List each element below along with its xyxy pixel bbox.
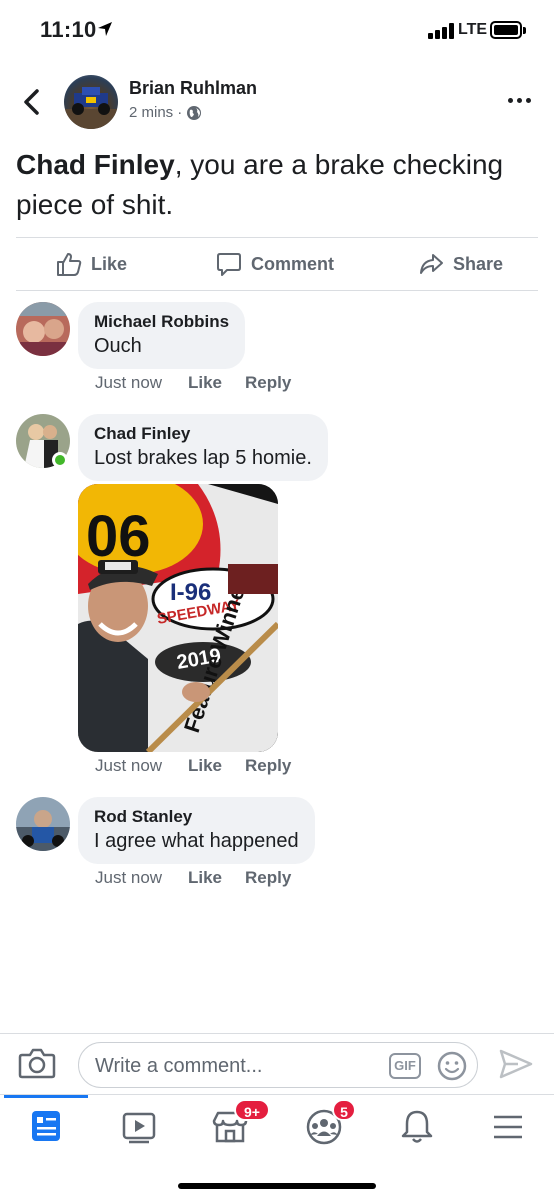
actions-divider-bottom: [16, 290, 538, 291]
active-tab-indicator: [4, 1095, 88, 1098]
watch-icon[interactable]: [117, 1107, 161, 1147]
post-time: 2 mins: [129, 104, 174, 121]
battery-tip: [523, 27, 526, 34]
meta-separator: ·: [177, 104, 183, 121]
camera-icon[interactable]: [18, 1046, 56, 1080]
actions-divider-top: [16, 237, 538, 238]
comment-like-button[interactable]: Like: [188, 373, 222, 393]
location-arrow-icon: [98, 22, 112, 36]
home-indicator[interactable]: [178, 1183, 376, 1189]
comment-time: Just now: [95, 868, 163, 887]
comment-like-button[interactable]: Like: [188, 868, 222, 888]
commenter-name[interactable]: Chad Finley: [94, 423, 312, 445]
more-options-icon[interactable]: [508, 90, 538, 110]
send-icon[interactable]: [498, 1047, 534, 1081]
comment-button[interactable]: Comment: [215, 250, 334, 278]
share-button[interactable]: Share: [417, 250, 503, 278]
back-arrow-icon[interactable]: [18, 86, 46, 118]
comment-label: Comment: [251, 253, 335, 274]
post-text: Chad Finley, you are a brake checking pi…: [16, 145, 546, 225]
thumbs-up-icon: [57, 253, 82, 276]
post-author-name[interactable]: Brian Ruhlman: [129, 78, 257, 99]
comment-bubble: Michael Robbins Ouch: [78, 302, 246, 369]
like-button[interactable]: Like: [55, 250, 127, 278]
comment-text: Ouch: [94, 335, 142, 357]
menu-icon[interactable]: [486, 1107, 530, 1147]
commenter-name[interactable]: Rod Stanley: [94, 806, 299, 828]
comment-input-field[interactable]: GIF: [78, 1042, 478, 1088]
comment-text: Lost brakes lap 5 homie.: [94, 447, 312, 469]
notifications-bell-icon[interactable]: [395, 1107, 439, 1147]
bottom-tab-bar: 9+ 5: [0, 1094, 554, 1158]
groups-badge: 5: [332, 1099, 356, 1121]
author-avatar[interactable]: [64, 75, 118, 129]
comment-photo[interactable]: 06 I-96 SPEEDWAY 2019 Feature Winner: [78, 484, 278, 752]
battery-icon: [490, 21, 522, 39]
globe-icon: [187, 105, 202, 120]
comment-time: Just now: [95, 373, 163, 392]
news-feed-icon[interactable]: [24, 1107, 68, 1147]
cellular-signal-icon: [428, 23, 455, 39]
comment-icon: [217, 253, 241, 276]
commenter-name[interactable]: Michael Robbins: [94, 311, 229, 333]
marketplace-badge: 9+: [234, 1099, 270, 1121]
emoji-icon[interactable]: [437, 1051, 467, 1081]
commenter-avatar-michael[interactable]: [16, 302, 70, 356]
post-meta: 2 mins ·: [129, 104, 202, 121]
status-bar: 11:10 LTE: [0, 0, 554, 62]
like-label: Like: [91, 253, 128, 274]
network-type: LTE: [458, 21, 488, 38]
status-time: 11:10: [40, 17, 97, 42]
online-status-dot: [52, 452, 68, 468]
gif-button[interactable]: GIF: [389, 1053, 421, 1079]
comment-reply-button[interactable]: Reply: [245, 756, 291, 776]
sprint-car-photo: [64, 87, 118, 129]
composer-divider: [0, 1033, 554, 1034]
comment-reply-button[interactable]: Reply: [245, 373, 291, 393]
comment-like-button[interactable]: Like: [188, 756, 222, 776]
feature-winner-photo: 06 I-96 SPEEDWAY 2019 Feature Winner: [78, 484, 278, 752]
comment-text: I agree what happened: [94, 830, 299, 852]
mentioned-user[interactable]: Chad Finley: [16, 149, 175, 180]
avatar-photo: [16, 302, 70, 356]
share-icon: [420, 254, 443, 274]
comment-time: Just now: [95, 756, 163, 775]
commenter-avatar-rod[interactable]: [16, 797, 70, 851]
comment-input[interactable]: [95, 1053, 385, 1079]
comment-bubble: Chad Finley Lost brakes lap 5 homie.: [78, 414, 328, 481]
post-actions: Like Comment Share: [0, 240, 554, 290]
comment-reply-button[interactable]: Reply: [245, 868, 291, 888]
share-label: Share: [453, 253, 504, 274]
car-number: 06: [86, 504, 151, 569]
avatar-photo: [16, 797, 70, 851]
comment-bubble: Rod Stanley I agree what happened: [78, 797, 315, 864]
